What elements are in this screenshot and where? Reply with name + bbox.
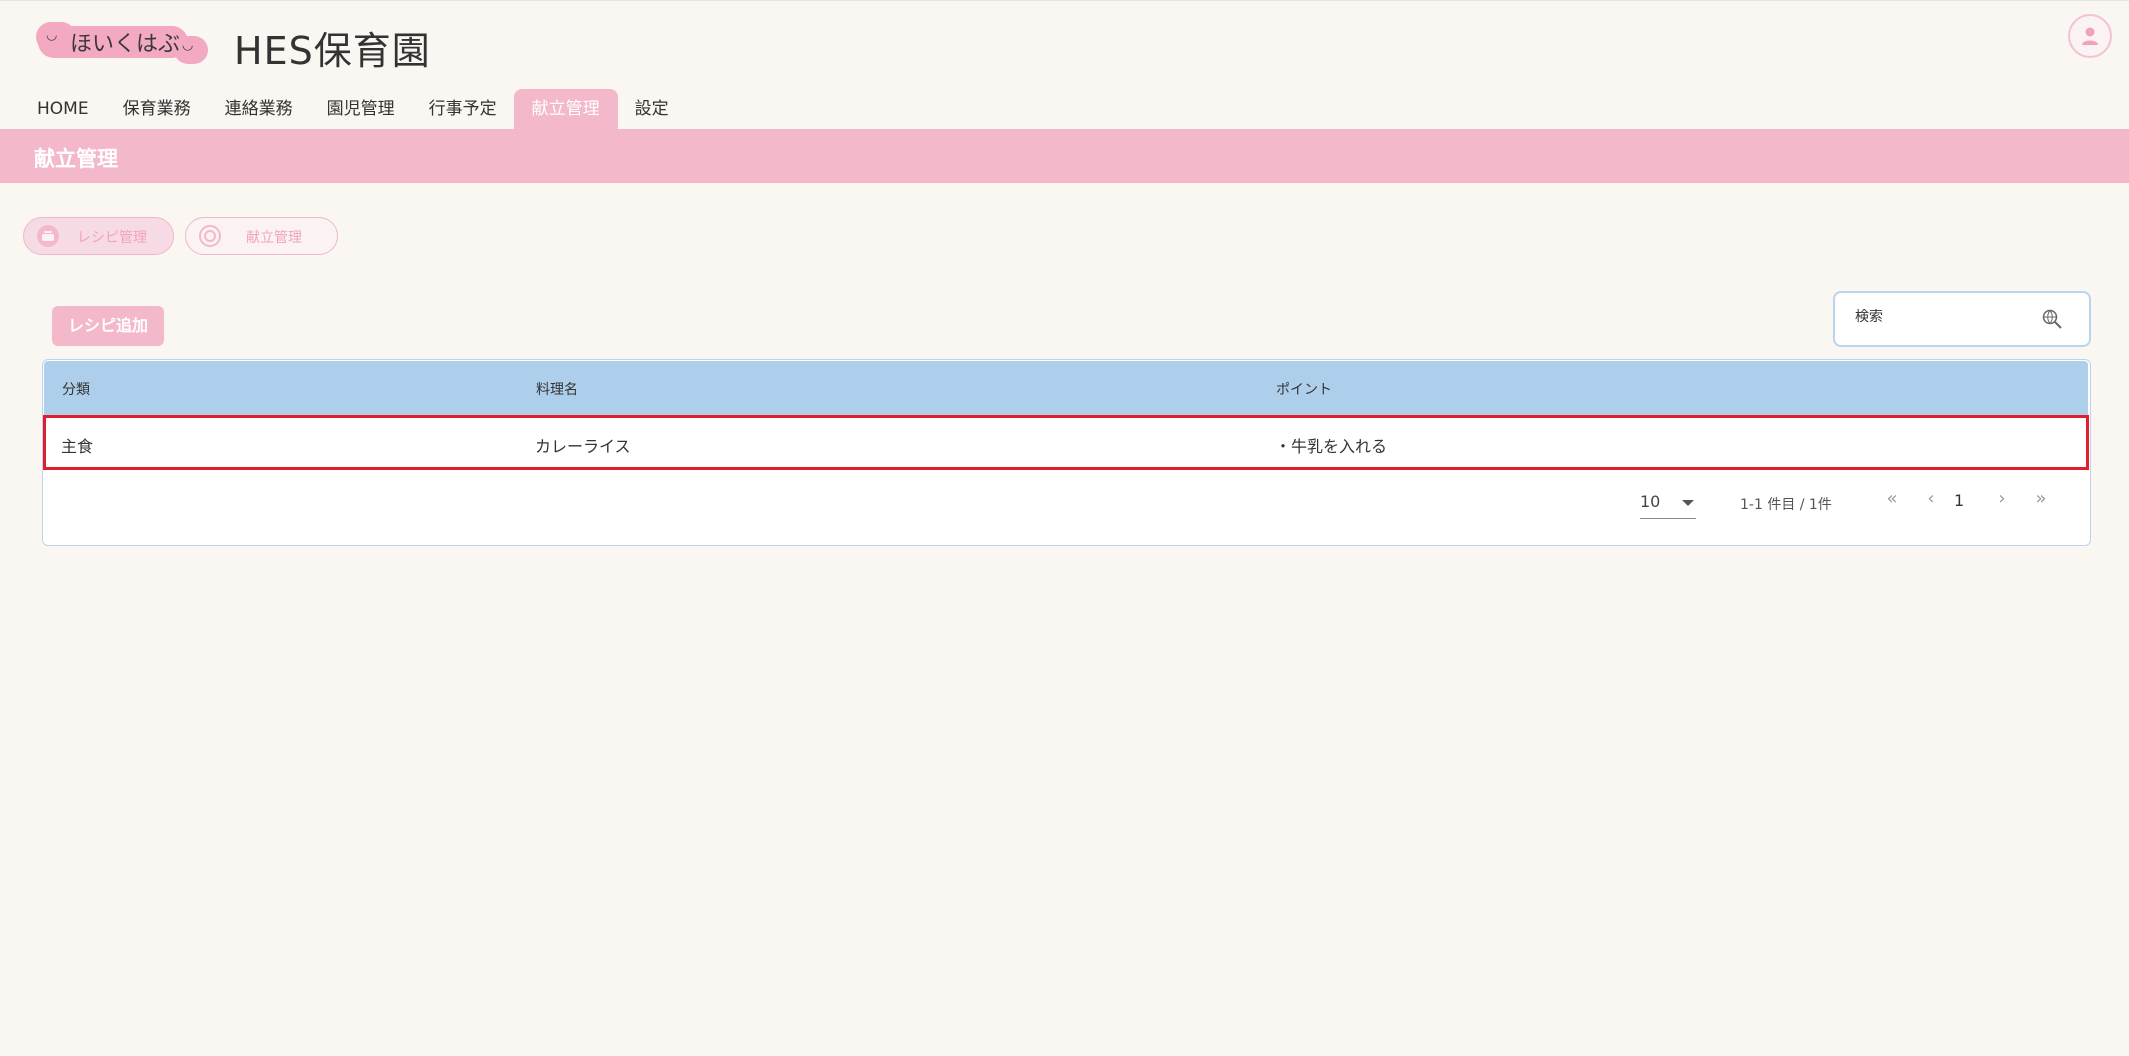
search-icon[interactable] (2041, 308, 2063, 330)
table-row[interactable]: 主食 カレーライス ・牛乳を入れる (43, 415, 2089, 470)
page-title: 献立管理 (34, 147, 118, 171)
subtab-menu-label: 献立管理 (246, 230, 302, 246)
chevron-down-icon (1682, 500, 1694, 506)
logo-text: ほいくはぶ (70, 32, 181, 57)
column-header-dish[interactable]: 料理名 (536, 379, 578, 399)
nav-item-home[interactable]: HOME (20, 89, 106, 129)
plate-icon (199, 225, 221, 247)
table-header: 分類 料理名 ポイント (44, 361, 2088, 416)
subtab-recipe[interactable]: レシピ管理 (23, 217, 174, 255)
cell-category: 主食 (61, 437, 94, 456)
app-logo[interactable]: ◡ ◡ ほいくはぶ (36, 22, 208, 64)
search-input[interactable] (1855, 309, 2035, 325)
nav-item-childcare[interactable]: 保育業務 (106, 89, 208, 129)
page-banner: 献立管理 (0, 129, 2129, 183)
last-page-icon[interactable]: » (2029, 488, 2053, 509)
next-page-icon[interactable]: › (1990, 488, 2014, 509)
search-box (1833, 291, 2091, 347)
cell-point: ・牛乳を入れる (1275, 437, 1388, 456)
logo-smile-icon-right: ◡ (182, 38, 194, 53)
nav-item-children[interactable]: 園児管理 (310, 89, 412, 129)
subtab-recipe-label: レシピ管理 (77, 230, 147, 246)
recipe-table: 分類 料理名 ポイント 主食 カレーライス ・牛乳を入れる 10 1-1 件目 … (42, 359, 2091, 546)
site-title: HES保育園 (234, 29, 431, 73)
pot-icon (37, 225, 59, 247)
top-border (0, 0, 2129, 1)
nav-item-events[interactable]: 行事予定 (412, 89, 514, 129)
nav-item-contact[interactable]: 連絡業務 (208, 89, 310, 129)
first-page-icon[interactable]: « (1880, 488, 1904, 509)
column-header-category[interactable]: 分類 (62, 379, 90, 399)
user-account-button[interactable] (2068, 14, 2112, 58)
add-recipe-button[interactable]: レシピ追加 (52, 306, 164, 346)
nav-item-menu[interactable]: 献立管理 (513, 89, 618, 129)
prev-page-icon[interactable]: ‹ (1919, 488, 1943, 509)
current-page-number[interactable]: 1 (1954, 491, 1964, 510)
column-header-point[interactable]: ポイント (1276, 379, 1332, 399)
cell-dish: カレーライス (535, 437, 631, 456)
nav-item-settings[interactable]: 設定 (618, 89, 686, 129)
user-icon (2082, 27, 2098, 45)
rows-per-page-value: 10 (1640, 492, 1661, 511)
subtab-menu[interactable]: 献立管理 (185, 217, 338, 255)
logo-smile-icon: ◡ (46, 28, 58, 43)
main-nav: HOME 保育業務 連絡業務 園児管理 行事予定 献立管理 設定 (20, 89, 686, 129)
rows-per-page-select[interactable]: 10 (1640, 490, 1696, 519)
pagination-range: 1-1 件目 / 1件 (1740, 497, 1832, 513)
